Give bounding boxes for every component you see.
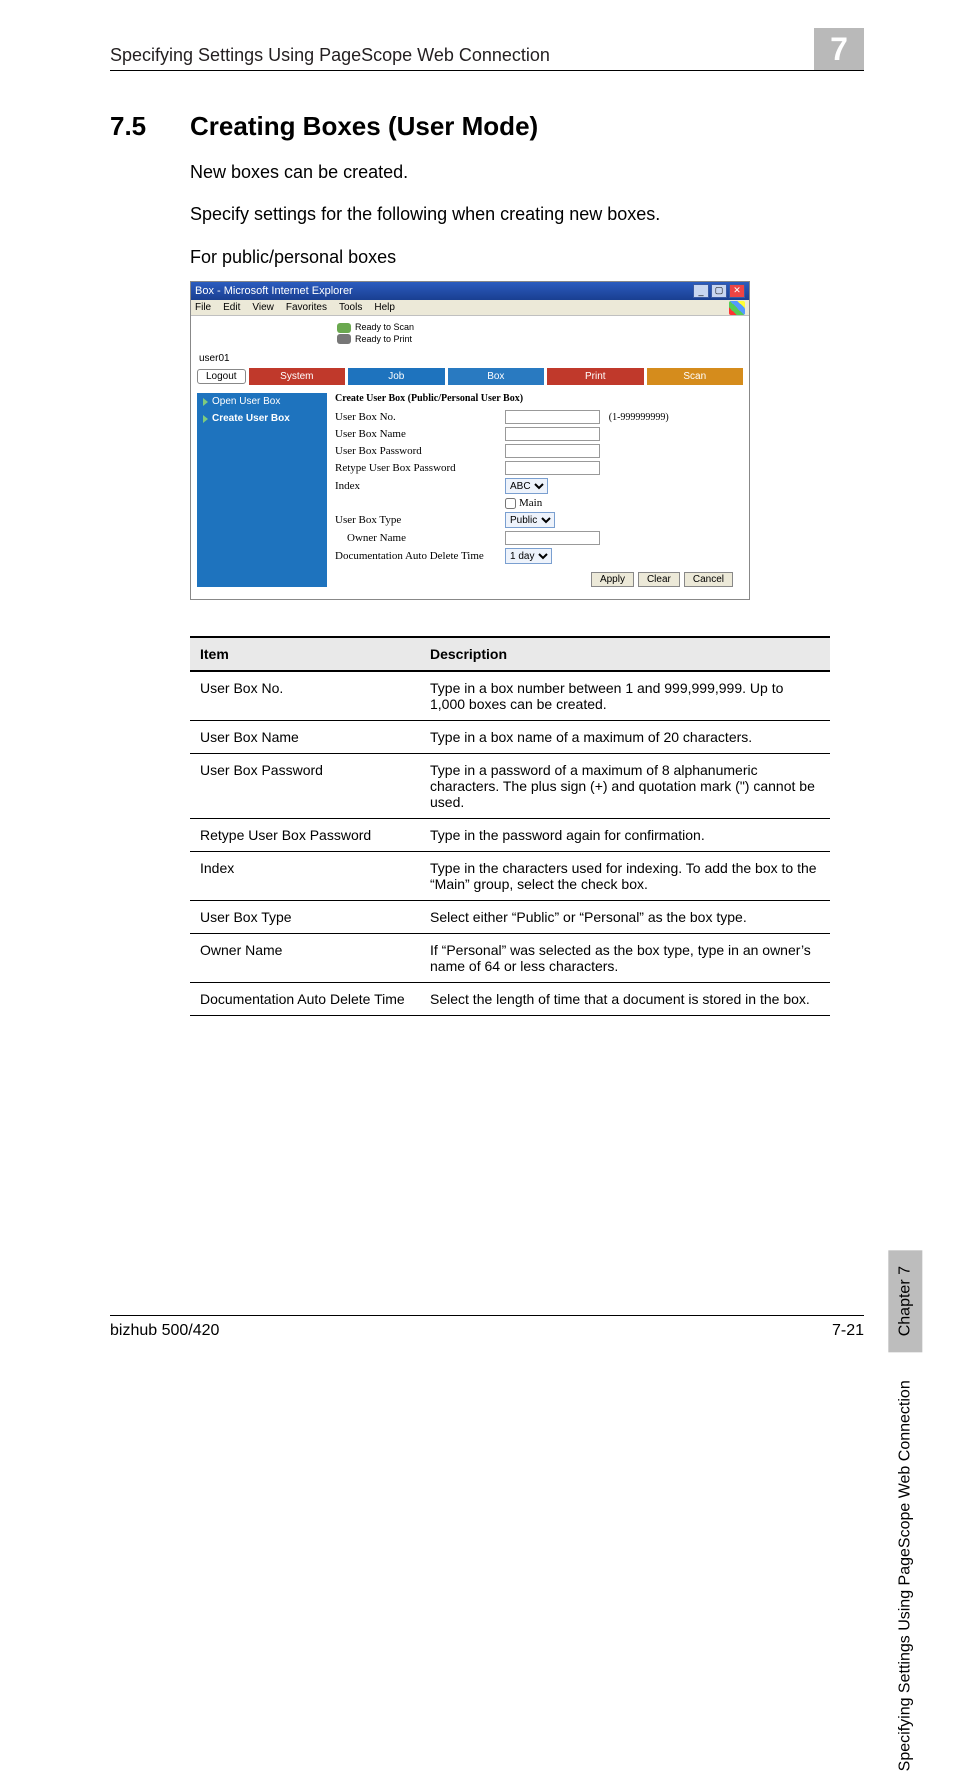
- owner-name-input[interactable]: [505, 531, 600, 545]
- device-status: Ready to Scan Ready to Print: [337, 322, 414, 345]
- label-auto-delete-time: Documentation Auto Delete Time: [335, 550, 505, 562]
- printer-icon: [337, 334, 351, 344]
- label-user-box-password: User Box Password: [335, 445, 505, 457]
- menu-favorites[interactable]: Favorites: [286, 302, 327, 313]
- user-box-no-input[interactable]: [505, 410, 600, 424]
- table-cell-description: Select either “Public” or “Personal” as …: [420, 901, 830, 934]
- table-cell-item: User Box Type: [190, 901, 420, 934]
- definitions-table: Item Description User Box No.Type in a b…: [190, 636, 830, 1016]
- side-label: Specifying Settings Using PageScope Web …: [888, 1250, 922, 1771]
- footer-left: bizhub 500/420: [110, 1322, 219, 1340]
- table-cell-item: User Box Name: [190, 721, 420, 754]
- main-checkbox-label: Main: [519, 497, 542, 509]
- index-select[interactable]: ABC: [505, 478, 548, 494]
- label-owner-name: Owner Name: [335, 532, 505, 544]
- section-title: Creating Boxes (User Mode): [190, 111, 538, 142]
- user-box-type-select[interactable]: Public: [505, 512, 555, 528]
- status-scan: Ready to Scan: [355, 322, 414, 334]
- sidebar-item-create-user-box[interactable]: Create User Box: [197, 410, 327, 427]
- user-box-no-hint: (1-999999999): [609, 412, 669, 423]
- main-checkbox-input[interactable]: [505, 498, 516, 509]
- table-cell-description: Select the length of time that a documen…: [420, 983, 830, 1016]
- status-print: Ready to Print: [355, 334, 412, 346]
- table-cell-item: User Box Password: [190, 754, 420, 819]
- retype-password-input[interactable]: [505, 461, 600, 475]
- tab-box[interactable]: Box: [448, 368, 544, 385]
- table-row: User Box TypeSelect either “Public” or “…: [190, 901, 830, 934]
- table-cell-item: User Box No.: [190, 671, 420, 721]
- apply-button[interactable]: Apply: [591, 572, 634, 587]
- table-row: User Box NameType in a box name of a max…: [190, 721, 830, 754]
- paragraph: Specify settings for the following when …: [190, 202, 864, 226]
- window-titlebar: Box - Microsoft Internet Explorer _ ▢ ✕: [191, 282, 749, 300]
- table-cell-description: Type in a box number between 1 and 999,9…: [420, 671, 830, 721]
- form-title: Create User Box (Public/Personal User Bo…: [335, 393, 743, 404]
- tab-job[interactable]: Job: [348, 368, 444, 385]
- table-cell-description: Type in a box name of a maximum of 20 ch…: [420, 721, 830, 754]
- label-user-box-no: User Box No.: [335, 411, 505, 423]
- label-user-box-name: User Box Name: [335, 428, 505, 440]
- user-box-password-input[interactable]: [505, 444, 600, 458]
- menu-tools[interactable]: Tools: [339, 302, 362, 313]
- table-row: IndexType in the characters used for ind…: [190, 852, 830, 901]
- table-row: Retype User Box PasswordType in the pass…: [190, 819, 830, 852]
- close-button[interactable]: ✕: [729, 284, 745, 298]
- main-checkbox[interactable]: Main: [505, 497, 542, 509]
- label-user-box-type: User Box Type: [335, 514, 505, 526]
- paragraph: New boxes can be created.: [190, 160, 864, 184]
- label-index: Index: [335, 480, 505, 492]
- auto-delete-time-select[interactable]: 1 day: [505, 548, 552, 564]
- minimize-button[interactable]: _: [693, 284, 709, 298]
- browser-menubar: File Edit View Favorites Tools Help: [191, 300, 749, 316]
- table-row: User Box No.Type in a box number between…: [190, 671, 830, 721]
- side-chapter-label: Chapter 7: [888, 1250, 922, 1352]
- table-cell-description: Type in a password of a maximum of 8 alp…: [420, 754, 830, 819]
- sidebar-item-open-user-box[interactable]: Open User Box: [197, 393, 327, 410]
- sidebar-item-label: Open User Box: [212, 396, 280, 407]
- table-cell-item: Retype User Box Password: [190, 819, 420, 852]
- logout-button[interactable]: Logout: [197, 369, 246, 384]
- menu-view[interactable]: View: [252, 302, 274, 313]
- menu-edit[interactable]: Edit: [223, 302, 240, 313]
- table-header-description: Description: [420, 637, 830, 671]
- browser-window: Box - Microsoft Internet Explorer _ ▢ ✕ …: [190, 281, 750, 600]
- table-row: Owner NameIf “Personal” was selected as …: [190, 934, 830, 983]
- maximize-button[interactable]: ▢: [711, 284, 727, 298]
- cancel-button[interactable]: Cancel: [684, 572, 733, 587]
- section-number: 7.5: [110, 111, 190, 142]
- side-running-title: Specifying Settings Using PageScope Web …: [896, 1380, 914, 1771]
- table-cell-description: Type in the characters used for indexing…: [420, 852, 830, 901]
- label-retype-password: Retype User Box Password: [335, 462, 505, 474]
- table-cell-item: Index: [190, 852, 420, 901]
- arrow-icon: [203, 398, 208, 406]
- table-header-item: Item: [190, 637, 420, 671]
- scanner-icon: [337, 323, 351, 333]
- menu-file[interactable]: File: [195, 302, 211, 313]
- menu-help[interactable]: Help: [374, 302, 395, 313]
- table-cell-description: If “Personal” was selected as the box ty…: [420, 934, 830, 983]
- clear-button[interactable]: Clear: [638, 572, 680, 587]
- tab-system[interactable]: System: [249, 368, 345, 385]
- table-row: User Box PasswordType in a password of a…: [190, 754, 830, 819]
- left-nav: Open User Box Create User Box: [197, 393, 327, 587]
- paragraph: For public/personal boxes: [190, 245, 864, 269]
- chapter-number-box: 7: [814, 28, 864, 70]
- arrow-icon: [203, 415, 208, 423]
- footer-right: 7-21: [832, 1322, 864, 1340]
- ie-flag-icon: [729, 301, 745, 315]
- table-cell-description: Type in the password again for confirmat…: [420, 819, 830, 852]
- tab-scan[interactable]: Scan: [647, 368, 743, 385]
- table-row: Documentation Auto Delete TimeSelect the…: [190, 983, 830, 1016]
- user-label: user01: [199, 353, 743, 364]
- running-header: Specifying Settings Using PageScope Web …: [110, 45, 806, 66]
- tab-print[interactable]: Print: [547, 368, 643, 385]
- window-title: Box - Microsoft Internet Explorer: [195, 285, 353, 297]
- sidebar-item-label: Create User Box: [212, 413, 290, 424]
- user-box-name-input[interactable]: [505, 427, 600, 441]
- table-cell-item: Documentation Auto Delete Time: [190, 983, 420, 1016]
- table-cell-item: Owner Name: [190, 934, 420, 983]
